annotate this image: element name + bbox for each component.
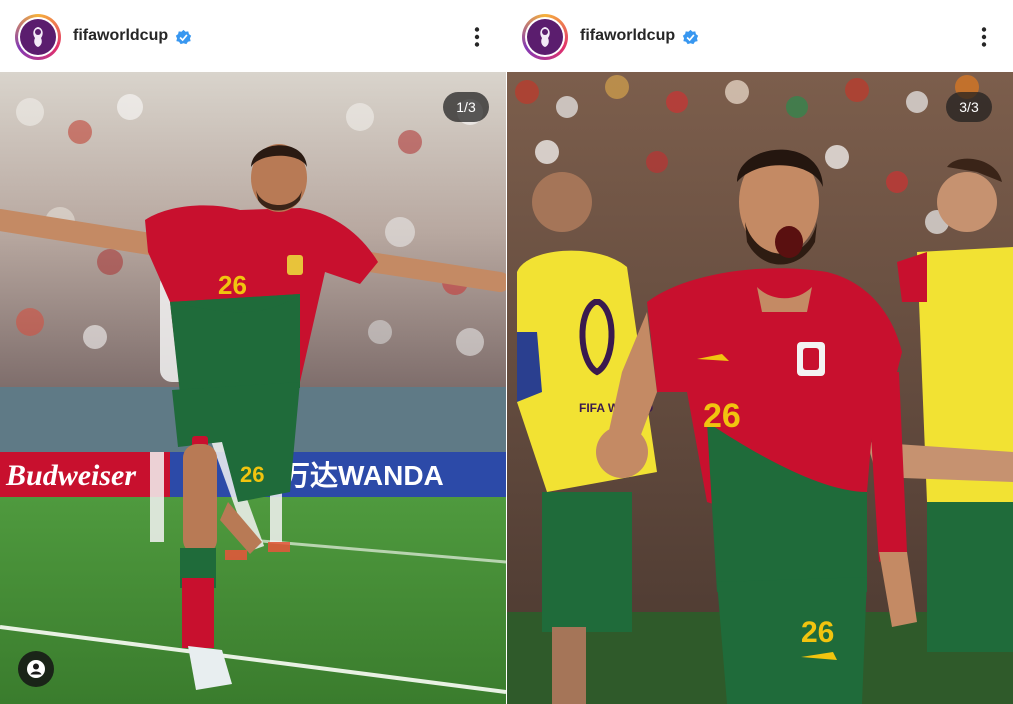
account-avatar[interactable]: [15, 14, 61, 60]
ad-text-wanda: 万达WANDA: [282, 460, 444, 491]
tagged-users-button[interactable]: [18, 651, 54, 687]
carousel-counter: 3/3: [946, 92, 992, 122]
post-card-left: fifaworldcup Budweiser 万达WANDA 26 26 1/3: [0, 0, 506, 704]
account-username[interactable]: fifaworldcup: [580, 27, 675, 45]
post-photo[interactable]: Budweiser 万达WANDA 26 26: [0, 72, 506, 704]
post-photo[interactable]: FIFA WORLD 26: [507, 72, 1013, 704]
svg-text:26: 26: [240, 462, 264, 487]
ad-text-budweiser: Budweiser: [5, 459, 136, 492]
verified-badge-icon: [175, 29, 192, 45]
post-card-right: fifaworldcup FIFA 26 26 3/3: [507, 0, 1013, 704]
carousel-counter: 1/3: [443, 92, 489, 122]
post-header: fifaworldcup: [507, 0, 1013, 72]
account-username[interactable]: fifaworldcup: [73, 27, 168, 45]
shirt-number: 26: [218, 270, 247, 300]
verified-badge-icon: [682, 29, 699, 45]
account-avatar[interactable]: [522, 14, 568, 60]
world-cup-logo-icon: [527, 19, 563, 55]
world-cup-logo-icon: [20, 19, 56, 55]
post-header: fifaworldcup: [0, 0, 506, 72]
svg-text:26: 26: [801, 616, 834, 649]
more-options-icon[interactable]: [972, 25, 996, 49]
person-icon: [27, 660, 45, 678]
shirt-number: 26: [703, 397, 741, 435]
more-options-icon[interactable]: [465, 25, 489, 49]
